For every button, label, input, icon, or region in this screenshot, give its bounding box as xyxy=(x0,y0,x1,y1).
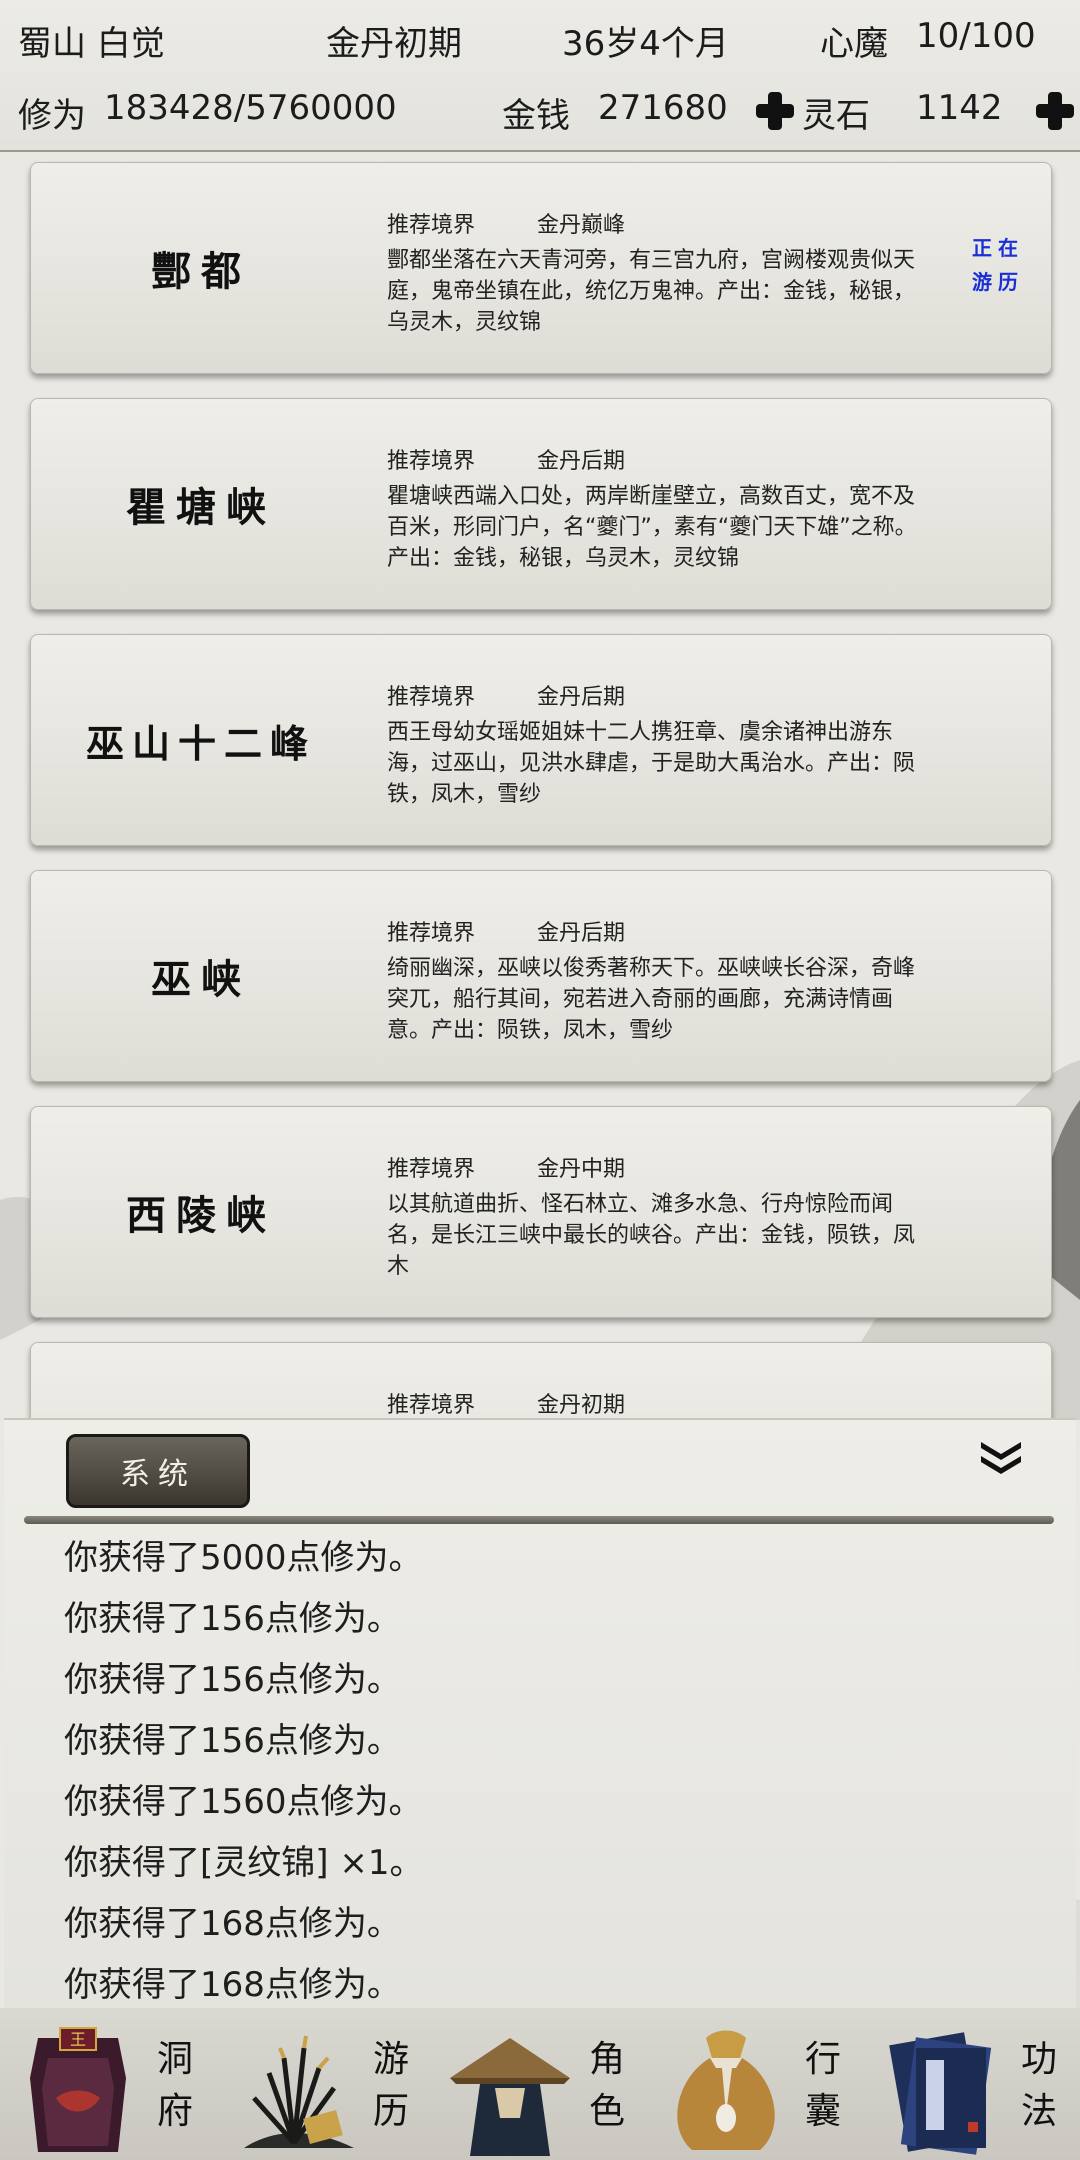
recommended-realm-value: 金丹初期 xyxy=(537,1393,626,1418)
heart-demon-label: 心魔 xyxy=(820,24,888,64)
location-card-qutang-gorge[interactable]: 瞿塘峡 推荐境界 金丹后期 瞿塘峡西端入口处，两岸断崖壁立，高数百丈，宽不及百米，… xyxy=(30,398,1052,610)
nav-bag[interactable]: 行囊 xyxy=(648,2008,864,2160)
recommended-realm-label: 推荐境界 xyxy=(387,213,476,238)
age-label: 36岁4个月 xyxy=(562,24,729,64)
location-description: 以其航道曲折、怪石林立、滩多水急、行舟惊险而闻名，是长江三峡中最长的峡谷。产出：… xyxy=(387,1192,916,1279)
location-card-wu-gorge[interactable]: 巫峡 推荐境界 金丹后期 绮丽幽深，巫峡以俊秀著称天下。巫峡峡长谷深，奇峰突兀，船… xyxy=(30,870,1052,1082)
money-value: 271680 xyxy=(598,88,728,128)
location-name: 巫峡 xyxy=(151,956,251,1003)
nav-travel[interactable]: 游历 xyxy=(216,2008,432,2160)
nav-skill-book[interactable]: 功法 xyxy=(864,2008,1080,2160)
recommended-realm-label: 推荐境界 xyxy=(387,1393,476,1418)
nav-label: 洞府 xyxy=(156,2039,193,2132)
traveling-status-badge: 正在游历 xyxy=(972,236,1024,294)
nav-label: 角色 xyxy=(588,2039,625,2132)
status-row-2: 修为 183428/5760000 金钱 271680 灵石 1142 xyxy=(0,74,1080,144)
recommended-realm-value: 金丹后期 xyxy=(537,685,626,710)
cave-mansion-icon: 王 xyxy=(30,2027,126,2152)
heart-demon-value: 10/100 xyxy=(916,16,1036,56)
player-name: 蜀山 白觉 xyxy=(18,24,165,64)
log-entry: 你获得了168点修为。 xyxy=(64,1904,401,1944)
location-name: 酆都 xyxy=(151,248,251,295)
log-list: 你获得了5000点修为。 你获得了156点修为。 你获得了156点修为。 你获得… xyxy=(64,1528,1024,2016)
location-card-xiling-gorge[interactable]: 西陵峡 推荐境界 金丹中期 以其航道曲折、怪石林立、滩多水急、行舟惊险而闻名，是长… xyxy=(30,1106,1052,1318)
spirit-stone-label: 灵石 xyxy=(802,96,870,136)
recommended-realm-label: 推荐境界 xyxy=(387,685,476,710)
recommended-realm: 推荐境界 金丹后期 xyxy=(387,443,625,475)
recommended-realm-label: 推荐境界 xyxy=(387,449,476,474)
log-entry: 你获得了156点修为。 xyxy=(64,1599,401,1639)
location-description: 绮丽幽深，巫峡以俊秀著称天下。巫峡峡长谷深，奇峰突兀，船行其间，宛若进入奇丽的画… xyxy=(387,956,916,1043)
location-name: 瞿塘峡 xyxy=(126,484,276,531)
system-log-panel: 系统 你获得了5000点修为。 你获得了156点修为。 你获得了156点修为。 … xyxy=(4,1418,1076,2010)
recommended-realm: 推荐境界 金丹中期 xyxy=(387,1151,625,1183)
nav-label: 游历 xyxy=(372,2039,409,2132)
location-description: 酆都坐落在六天青河旁，有三宫九府，宫阙楼观贵似天庭，鬼帝坐镇在此，统亿万鬼神。产… xyxy=(387,248,916,335)
location-description: 西王母幼女瑶姬姐妹十二人携狂章、虞余诸神出游东海，过巫山，见洪水肆虐，于是助大禹… xyxy=(387,720,916,807)
status-row-1: 蜀山 白觉 金丹初期 36岁4个月 心魔 10/100 xyxy=(0,2,1080,72)
location-description: 瞿塘峡西端入口处，两岸断崖壁立，高数百丈，宽不及百米，形同门户，名“夔门”，素有… xyxy=(387,484,917,571)
log-entry: 你获得了156点修为。 xyxy=(64,1721,401,1761)
recommended-realm: 推荐境界 金丹巅峰 xyxy=(387,207,625,239)
cultivation-value: 183428/5760000 xyxy=(104,88,397,128)
spirit-stone-value: 1142 xyxy=(916,88,1003,128)
recommended-realm: 推荐境界 金丹后期 xyxy=(387,915,625,947)
location-name: 巫山十二峰 xyxy=(85,720,316,766)
panel-divider xyxy=(24,1516,1054,1524)
recommended-realm-label: 推荐境界 xyxy=(387,921,476,946)
recommended-realm-value: 金丹中期 xyxy=(537,1157,626,1182)
recommended-realm: 推荐境界 金丹后期 xyxy=(387,679,625,711)
bottom-nav: 王 洞府 游历 角色 行囊 功法 xyxy=(0,2008,1080,2160)
tab-system[interactable]: 系统 xyxy=(66,1434,250,1508)
realm-label: 金丹初期 xyxy=(326,24,462,64)
location-card-fengdu[interactable]: 酆都 推荐境界 金丹巅峰 酆都坐落在六天青河旁，有三宫九府，宫阙楼观贵似天庭，鬼帝… xyxy=(30,162,1052,374)
log-entry: 你获得了[灵纹锦] ×1。 xyxy=(64,1843,424,1883)
skill-book-icon xyxy=(889,2032,992,2155)
recommended-realm-value: 金丹后期 xyxy=(537,449,626,474)
recommended-realm-value: 金丹巅峰 xyxy=(537,213,626,238)
bag-icon xyxy=(677,2030,775,2150)
recommended-realm-label: 推荐境界 xyxy=(387,1157,476,1182)
cultivation-label: 修为 xyxy=(18,96,86,136)
nav-character[interactable]: 角色 xyxy=(432,2008,648,2160)
log-entry: 你获得了156点修为。 xyxy=(64,1660,401,1700)
status-bar: 蜀山 白觉 金丹初期 36岁4个月 心魔 10/100 修为 183428/57… xyxy=(0,0,1080,152)
location-card-wushan-twelve-peaks[interactable]: 巫山十二峰 推荐境界 金丹后期 西王母幼女瑶姬姐妹十二人携狂章、虞余诸神出游东海，… xyxy=(30,634,1052,846)
svg-text:王: 王 xyxy=(70,2030,86,2049)
log-entry: 你获得了5000点修为。 xyxy=(64,1538,423,1578)
location-name: 西陵峡 xyxy=(126,1192,276,1239)
collapse-chevron-icon[interactable] xyxy=(976,1438,1026,1478)
nav-label: 功法 xyxy=(1020,2039,1057,2132)
travel-icon xyxy=(244,2035,354,2148)
character-icon xyxy=(450,2038,570,2156)
nav-cave-mansion[interactable]: 王 洞府 xyxy=(0,2008,216,2160)
money-label: 金钱 xyxy=(502,96,570,136)
add-spirit-stone-icon[interactable] xyxy=(1034,90,1076,132)
add-money-icon[interactable] xyxy=(754,90,796,132)
recommended-realm-value: 金丹后期 xyxy=(537,921,626,946)
recommended-realm: 推荐境界 金丹初期 xyxy=(387,1387,625,1419)
log-entry: 你获得了168点修为。 xyxy=(64,1965,401,2005)
log-entry: 你获得了1560点修为。 xyxy=(64,1782,423,1822)
nav-label: 行囊 xyxy=(804,2039,841,2132)
